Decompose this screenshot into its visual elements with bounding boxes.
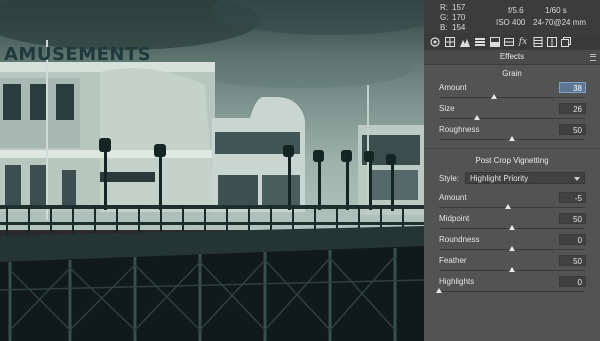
vignette-roundness-field[interactable]: 0 <box>559 234 586 245</box>
aperture-readout: f/5.6 <box>508 6 524 15</box>
grain-size-slider[interactable] <box>439 118 585 119</box>
lens-icon[interactable] <box>504 37 514 47</box>
calibration-icon[interactable] <box>533 37 543 47</box>
group-divider <box>424 148 600 149</box>
grain-amount-thumb[interactable] <box>491 94 498 99</box>
amusements-sign: AMUSEMENTS <box>4 44 151 65</box>
grain-amount-label: Amount <box>439 83 467 92</box>
vignette-style-value: Highlight Priority <box>470 174 529 183</box>
vignette-highlights-field[interactable]: 0 <box>559 276 586 287</box>
chevron-down-icon <box>574 177 580 181</box>
vignette-highlights-thumb[interactable] <box>436 288 442 293</box>
vignette-highlights-slider[interactable] <box>439 291 585 292</box>
shutter-readout: 1/60 s <box>545 6 567 15</box>
vignette-midpoint-thumb[interactable] <box>509 225 515 230</box>
grain-title: Grain <box>502 69 522 78</box>
grain-amount-slider[interactable] <box>439 97 585 98</box>
vignette-feather-thumb[interactable] <box>509 267 515 272</box>
pier-photo: AMUSEMENTS <box>0 0 424 341</box>
grain-size-field[interactable]: 26 <box>559 103 586 114</box>
vignette-feather-label: Feather <box>439 256 467 265</box>
hsl-bars-icon[interactable] <box>475 37 485 47</box>
split-toning-icon[interactable] <box>490 37 500 47</box>
vignette-amount-thumb[interactable] <box>505 204 512 209</box>
vignette-style-label: Style: <box>439 174 460 183</box>
aperture-icon[interactable] <box>430 37 440 47</box>
iso-readout: ISO 400 <box>496 18 526 27</box>
vignette-amount-slider[interactable] <box>439 207 585 208</box>
vignette-feather-field[interactable]: 50 <box>559 255 586 266</box>
vignette-midpoint-field[interactable]: 50 <box>559 213 586 224</box>
grain-size-thumb[interactable] <box>473 115 480 120</box>
grain-size-label: Size <box>439 104 455 113</box>
photo-canvas[interactable]: AMUSEMENTS <box>0 0 424 341</box>
section-header: Effects <box>424 50 600 65</box>
vignette-roundness-thumb[interactable] <box>509 246 515 251</box>
mountains-icon[interactable] <box>460 37 470 47</box>
info-readout: R: 157 G: 170 B: 154 f/5.6 1/60 s ISO 400 2… <box>424 0 600 34</box>
snapshots-icon[interactable] <box>561 37 571 47</box>
vignette-amount-field[interactable]: -5 <box>559 192 586 203</box>
rgb-red-readout: R: 157 <box>440 3 466 12</box>
curve-grid-icon[interactable] <box>445 37 455 47</box>
vignette-midpoint-label: Midpoint <box>439 214 470 223</box>
adjustments-panel: R: 157 G: 170 B: 154 f/5.6 1/60 s ISO 400 2… <box>424 0 600 341</box>
grain-roughness-label: Roughness <box>439 125 480 134</box>
panel-tabs: fx <box>424 34 600 51</box>
vignette-amount-label: Amount <box>439 193 467 202</box>
section-title: Effects <box>499 52 525 61</box>
vignette-roundness-label: Roundness <box>439 235 480 244</box>
grain-roughness-field[interactable]: 50 <box>559 124 586 135</box>
rgb-blue-readout: B: 154 <box>440 23 466 32</box>
presets-icon[interactable] <box>547 37 557 47</box>
panel-menu-icon[interactable] <box>590 54 596 61</box>
vignette-style-select[interactable]: Highlight Priority <box>465 172 585 184</box>
lens-readout: 24-70@24 mm <box>533 18 587 27</box>
fx-icon[interactable]: fx <box>518 37 528 47</box>
vignette-highlights-label: Highlights <box>439 277 475 286</box>
grain-amount-field[interactable]: 38 <box>559 82 586 93</box>
grain-roughness-thumb[interactable] <box>509 136 515 141</box>
vignetting-title: Post Crop Vignetting <box>475 156 549 165</box>
rgb-green-readout: G: 170 <box>440 13 466 22</box>
